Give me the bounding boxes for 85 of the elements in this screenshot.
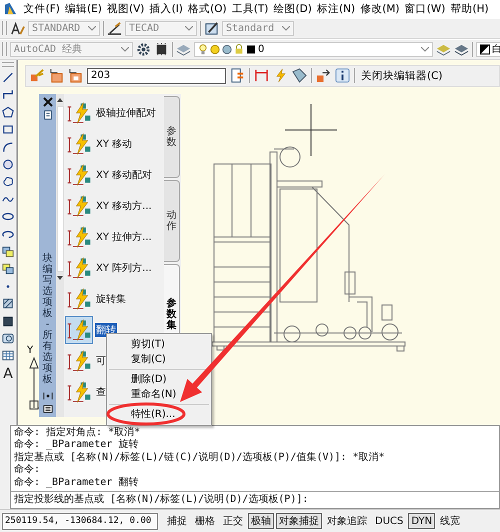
save-block-as-icon[interactable] xyxy=(68,68,83,84)
palette-item-label[interactable]: 旋转集 xyxy=(95,292,127,306)
rectangle-icon[interactable] xyxy=(2,123,14,136)
lightbulb-icon xyxy=(198,44,208,55)
dimension-style-icon[interactable] xyxy=(107,20,122,36)
tag-icon[interactable] xyxy=(292,68,307,84)
snowflake-icon xyxy=(222,44,232,55)
scroll-bar[interactable] xyxy=(56,94,64,417)
command-line: 命令: _BParameter 旋转 xyxy=(14,439,140,452)
authoring-icon[interactable] xyxy=(230,68,245,84)
crosshair-cursor xyxy=(285,104,337,156)
circle-icon[interactable] xyxy=(2,158,14,172)
parameter-set-icon[interactable] xyxy=(65,316,93,344)
caret-icon xyxy=(185,26,193,31)
menu-item[interactable]: 窗口(W) xyxy=(402,2,448,16)
command-line: 命令: xyxy=(14,464,42,477)
menu-item[interactable]: 绘图(D) xyxy=(270,2,314,16)
command-line: 命令: _BParameter 翻转 xyxy=(14,476,140,490)
sun-icon xyxy=(210,44,220,55)
caret-icon xyxy=(88,26,96,31)
table-icon[interactable] xyxy=(2,349,14,362)
coordinates-display: 250119.54, -130684.12, 0.00 xyxy=(2,512,158,530)
resize-icon[interactable] xyxy=(42,390,52,401)
table-style-icon[interactable] xyxy=(204,20,219,36)
palette-item-label[interactable]: XY 移动 xyxy=(95,136,134,151)
arc-icon[interactable] xyxy=(2,140,14,154)
line-icon[interactable] xyxy=(2,71,14,84)
palette-item-label[interactable]: XY 移动方... xyxy=(95,198,153,213)
hatch-icon[interactable] xyxy=(2,297,14,310)
lock-icon xyxy=(234,44,244,55)
palette-menu-icon[interactable] xyxy=(42,404,52,414)
menu-item[interactable]: 标注(N) xyxy=(314,2,358,16)
block-icon[interactable] xyxy=(2,262,14,276)
menu-item[interactable]: 工具(T) xyxy=(229,2,271,16)
palette-item-label[interactable]: 可 xyxy=(95,354,107,368)
palette-item-label[interactable]: 极轴拉伸配对 xyxy=(95,106,157,120)
menu-item[interactable]: 修改(M) xyxy=(358,2,402,16)
text-style-icon[interactable] xyxy=(10,20,25,36)
color-swatch-icon xyxy=(246,44,256,55)
palette-tab[interactable]: 动作 xyxy=(164,180,180,262)
color-dropdown[interactable]: 白 xyxy=(476,42,500,57)
polyline-icon[interactable] xyxy=(2,88,14,102)
app-icon xyxy=(4,2,17,16)
close-icon[interactable] xyxy=(42,96,52,107)
menu-item[interactable]: 格式(O) xyxy=(186,2,230,16)
color-swatch-icon xyxy=(480,44,490,55)
save-block-icon[interactable] xyxy=(49,68,64,84)
gradient-icon[interactable] xyxy=(2,314,14,328)
menu-item[interactable]: 特性(R)... xyxy=(107,406,211,422)
palette-item-label[interactable]: XY 拉伸方... xyxy=(95,230,153,244)
palette-item-label[interactable]: XY 阵列方... xyxy=(95,260,153,275)
block-name-field[interactable]: 203 xyxy=(87,68,226,84)
palette-title: 块编写选项板 - 所有选项板 xyxy=(42,252,52,385)
menu-item[interactable]: 帮助(H) xyxy=(448,2,492,16)
status-toggle[interactable]: DYN xyxy=(408,513,436,530)
gear-icon[interactable] xyxy=(136,42,151,57)
axis-label: Y xyxy=(27,346,34,356)
status-toggle[interactable]: 对象捕捉 xyxy=(276,513,322,530)
menu-item[interactable]: 插入(I) xyxy=(147,2,186,16)
menu-item[interactable]: 重命名(N) xyxy=(107,386,211,402)
layer-dropdown[interactable]: 0 xyxy=(194,42,434,57)
command-line: 指定基点或 [名称(N)/标签(L)/链(C)/说明(D)/选项板(P)/值集(V)]: *取消* xyxy=(14,452,386,464)
menu-item[interactable]: 编辑(E) xyxy=(62,2,104,16)
caret-icon xyxy=(120,46,129,52)
status-toggle[interactable]: 极轴 xyxy=(248,513,274,530)
region-icon[interactable] xyxy=(2,332,14,345)
swap-icon[interactable] xyxy=(316,68,331,84)
dimension-parameter-icon[interactable] xyxy=(254,68,269,84)
caret-icon xyxy=(282,26,290,31)
command-line: 命令: 指定对角点: *取消* xyxy=(14,426,142,438)
palette-item-label[interactable]: 查 xyxy=(95,384,107,399)
text-tool-icon[interactable]: A xyxy=(3,366,13,382)
palette-item-label[interactable]: XY 移动配对 xyxy=(95,168,154,182)
insert-block-icon[interactable] xyxy=(2,244,14,258)
palette-tab[interactable]: 参数 xyxy=(164,96,180,178)
cloud-icon[interactable] xyxy=(2,175,14,188)
close-block-editor-button[interactable]: 关闭块编辑器(C) xyxy=(359,68,445,83)
menu-item[interactable]: 文件(F) xyxy=(21,2,62,16)
properties-icon[interactable] xyxy=(42,110,52,120)
menu-item[interactable]: 删除(D) xyxy=(107,372,211,387)
command-prompt[interactable]: 指定投影线的基点或 [名称(N)/标签(L)/说明(D)/选项板(P)]: xyxy=(11,492,499,508)
info-icon[interactable] xyxy=(335,68,350,84)
menu-item[interactable]: 视图(V) xyxy=(104,2,148,16)
caret-icon xyxy=(421,46,430,52)
polygon-icon[interactable] xyxy=(2,106,14,119)
